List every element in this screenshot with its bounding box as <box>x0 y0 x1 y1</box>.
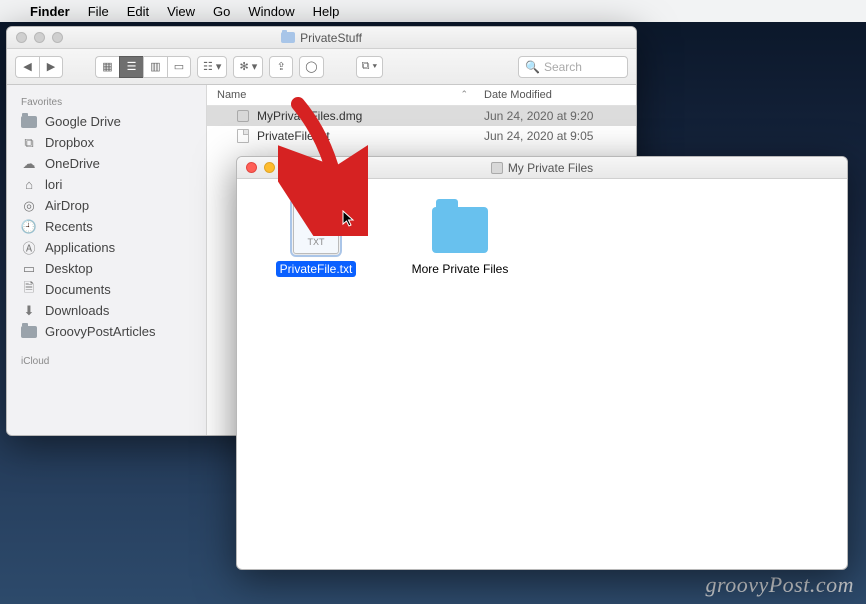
sidebar-item-label: Recents <box>45 219 93 234</box>
disk-icon <box>491 162 503 174</box>
icon-view[interactable]: PrivateFile.txt More Private Files <box>237 179 847 297</box>
downloads-icon: ⬇ <box>21 304 37 318</box>
file-row[interactable]: MyPrivateFiles.dmg Jun 24, 2020 at 9:20 <box>207 106 636 126</box>
folder-icon <box>21 116 37 128</box>
window-title: PrivateStuff <box>7 31 636 45</box>
cloud-icon: ☁ <box>21 157 37 171</box>
sidebar-favorites-header: Favorites <box>7 91 206 111</box>
close-button[interactable] <box>16 32 27 43</box>
folder-item[interactable]: More Private Files <box>405 199 515 277</box>
menu-view[interactable]: View <box>167 4 195 19</box>
window-title: My Private Files <box>237 161 847 175</box>
sidebar-item-onedrive[interactable]: ☁ OneDrive <box>7 153 206 174</box>
menu-go[interactable]: Go <box>213 4 230 19</box>
dropbox-icon: ⧉ <box>21 136 37 150</box>
apps-icon: Ⓐ <box>21 241 37 255</box>
file-name: MyPrivateFiles.dmg <box>257 109 484 123</box>
file-name: PrivateFile.txt <box>257 129 484 143</box>
sidebar-item-groovypost[interactable]: GroovyPostArticles <box>7 321 206 342</box>
sidebar-item-label: Applications <box>45 240 115 255</box>
folder-icon <box>432 207 488 253</box>
file-date: Jun 24, 2020 at 9:20 <box>484 109 626 123</box>
action-button[interactable]: ✻ ▾ <box>233 56 263 78</box>
dropbox-button[interactable]: ⧉ ▾ <box>356 56 384 78</box>
menu-edit[interactable]: Edit <box>127 4 149 19</box>
sidebar-item-airdrop[interactable]: ◎ AirDrop <box>7 195 206 216</box>
menu-help[interactable]: Help <box>313 4 340 19</box>
sidebar-item-label: Dropbox <box>45 135 94 150</box>
sidebar-item-label: GroovyPostArticles <box>45 324 156 339</box>
sidebar-item-label: AirDrop <box>45 198 89 213</box>
menu-file[interactable]: File <box>88 4 109 19</box>
sidebar-item-label: Documents <box>45 282 111 297</box>
sidebar-item-google-drive[interactable]: Google Drive <box>7 111 206 132</box>
desktop-icon: ▭ <box>21 262 37 276</box>
folder-icon <box>21 326 37 338</box>
list-header[interactable]: Name⌃ Date Modified <box>207 85 636 106</box>
search-placeholder: Search <box>544 60 582 74</box>
forward-button[interactable]: ▶ <box>39 56 63 78</box>
minimize-button[interactable] <box>34 32 45 43</box>
sidebar-item-label: OneDrive <box>45 156 100 171</box>
minimize-button[interactable] <box>264 162 275 173</box>
sidebar-icloud-header: iCloud <box>7 350 206 370</box>
documents-icon: 🗎 <box>21 283 37 297</box>
close-button[interactable] <box>246 162 257 173</box>
menu-window[interactable]: Window <box>248 4 294 19</box>
file-item[interactable]: PrivateFile.txt <box>261 199 371 277</box>
list-view-button[interactable]: ☰ <box>119 56 143 78</box>
sidebar-item-recents[interactable]: 🕘 Recents <box>7 216 206 237</box>
file-label: More Private Files <box>408 261 513 277</box>
clock-icon: 🕘 <box>21 220 37 234</box>
search-icon: 🔍 <box>525 60 540 74</box>
watermark: groovyPost.com <box>705 572 854 598</box>
column-name[interactable]: Name⌃ <box>217 89 484 101</box>
sidebar-item-applications[interactable]: Ⓐ Applications <box>7 237 206 258</box>
tags-button[interactable]: ◯ <box>299 56 323 78</box>
sidebar-item-label: Downloads <box>45 303 109 318</box>
window-title-text: PrivateStuff <box>300 31 362 45</box>
sidebar-item-dropbox[interactable]: ⧉ Dropbox <box>7 132 206 153</box>
column-view-button[interactable]: ▥ <box>143 56 167 78</box>
window-title-text: My Private Files <box>508 161 593 175</box>
icon-view-button[interactable]: ▦ <box>95 56 119 78</box>
sidebar-item-desktop[interactable]: ▭ Desktop <box>7 258 206 279</box>
folder-icon <box>281 32 295 43</box>
sort-caret-icon: ⌃ <box>460 89 484 101</box>
sidebar-item-label: lori <box>45 177 62 192</box>
home-icon: ⌂ <box>21 178 37 192</box>
sidebar-item-documents[interactable]: 🗎 Documents <box>7 279 206 300</box>
file-row[interactable]: PrivateFile.txt Jun 24, 2020 at 9:05 <box>207 126 636 146</box>
sidebar-item-label: Google Drive <box>45 114 121 129</box>
back-button[interactable]: ◀ <box>15 56 39 78</box>
share-button[interactable]: ⇪ <box>269 56 293 78</box>
document-icon <box>235 128 251 144</box>
finder-window-my-private-files: My Private Files PrivateFile.txt More Pr… <box>236 156 848 570</box>
menubar[interactable]: Finder File Edit View Go Window Help <box>0 0 866 22</box>
search-field[interactable]: 🔍 Search <box>518 56 628 78</box>
titlebar[interactable]: PrivateStuff <box>7 27 636 49</box>
gallery-view-button[interactable]: ▭ <box>167 56 191 78</box>
nav-buttons: ◀ ▶ <box>15 56 63 78</box>
sidebar: Favorites Google Drive ⧉ Dropbox ☁ OneDriv… <box>7 85 207 435</box>
toolbar: ◀ ▶ ▦ ☰ ▥ ▭ ☷ ▾ ✻ ▾ ⇪ ◯ ⧉ ▾ 🔍 Search <box>7 49 636 85</box>
arrange-button[interactable]: ☷ ▾ <box>197 56 227 78</box>
view-buttons: ▦ ☰ ▥ ▭ <box>95 56 191 78</box>
zoom-button[interactable] <box>282 162 293 173</box>
zoom-button[interactable] <box>52 32 63 43</box>
file-date: Jun 24, 2020 at 9:05 <box>484 129 626 143</box>
app-name[interactable]: Finder <box>30 4 70 19</box>
column-date[interactable]: Date Modified <box>484 89 626 101</box>
disk-icon <box>235 108 251 124</box>
sidebar-item-downloads[interactable]: ⬇ Downloads <box>7 300 206 321</box>
txt-file-icon <box>293 200 339 254</box>
airdrop-icon: ◎ <box>21 199 37 213</box>
sidebar-item-label: Desktop <box>45 261 93 276</box>
file-label: PrivateFile.txt <box>276 261 357 277</box>
titlebar[interactable]: My Private Files <box>237 157 847 179</box>
sidebar-item-home[interactable]: ⌂ lori <box>7 174 206 195</box>
